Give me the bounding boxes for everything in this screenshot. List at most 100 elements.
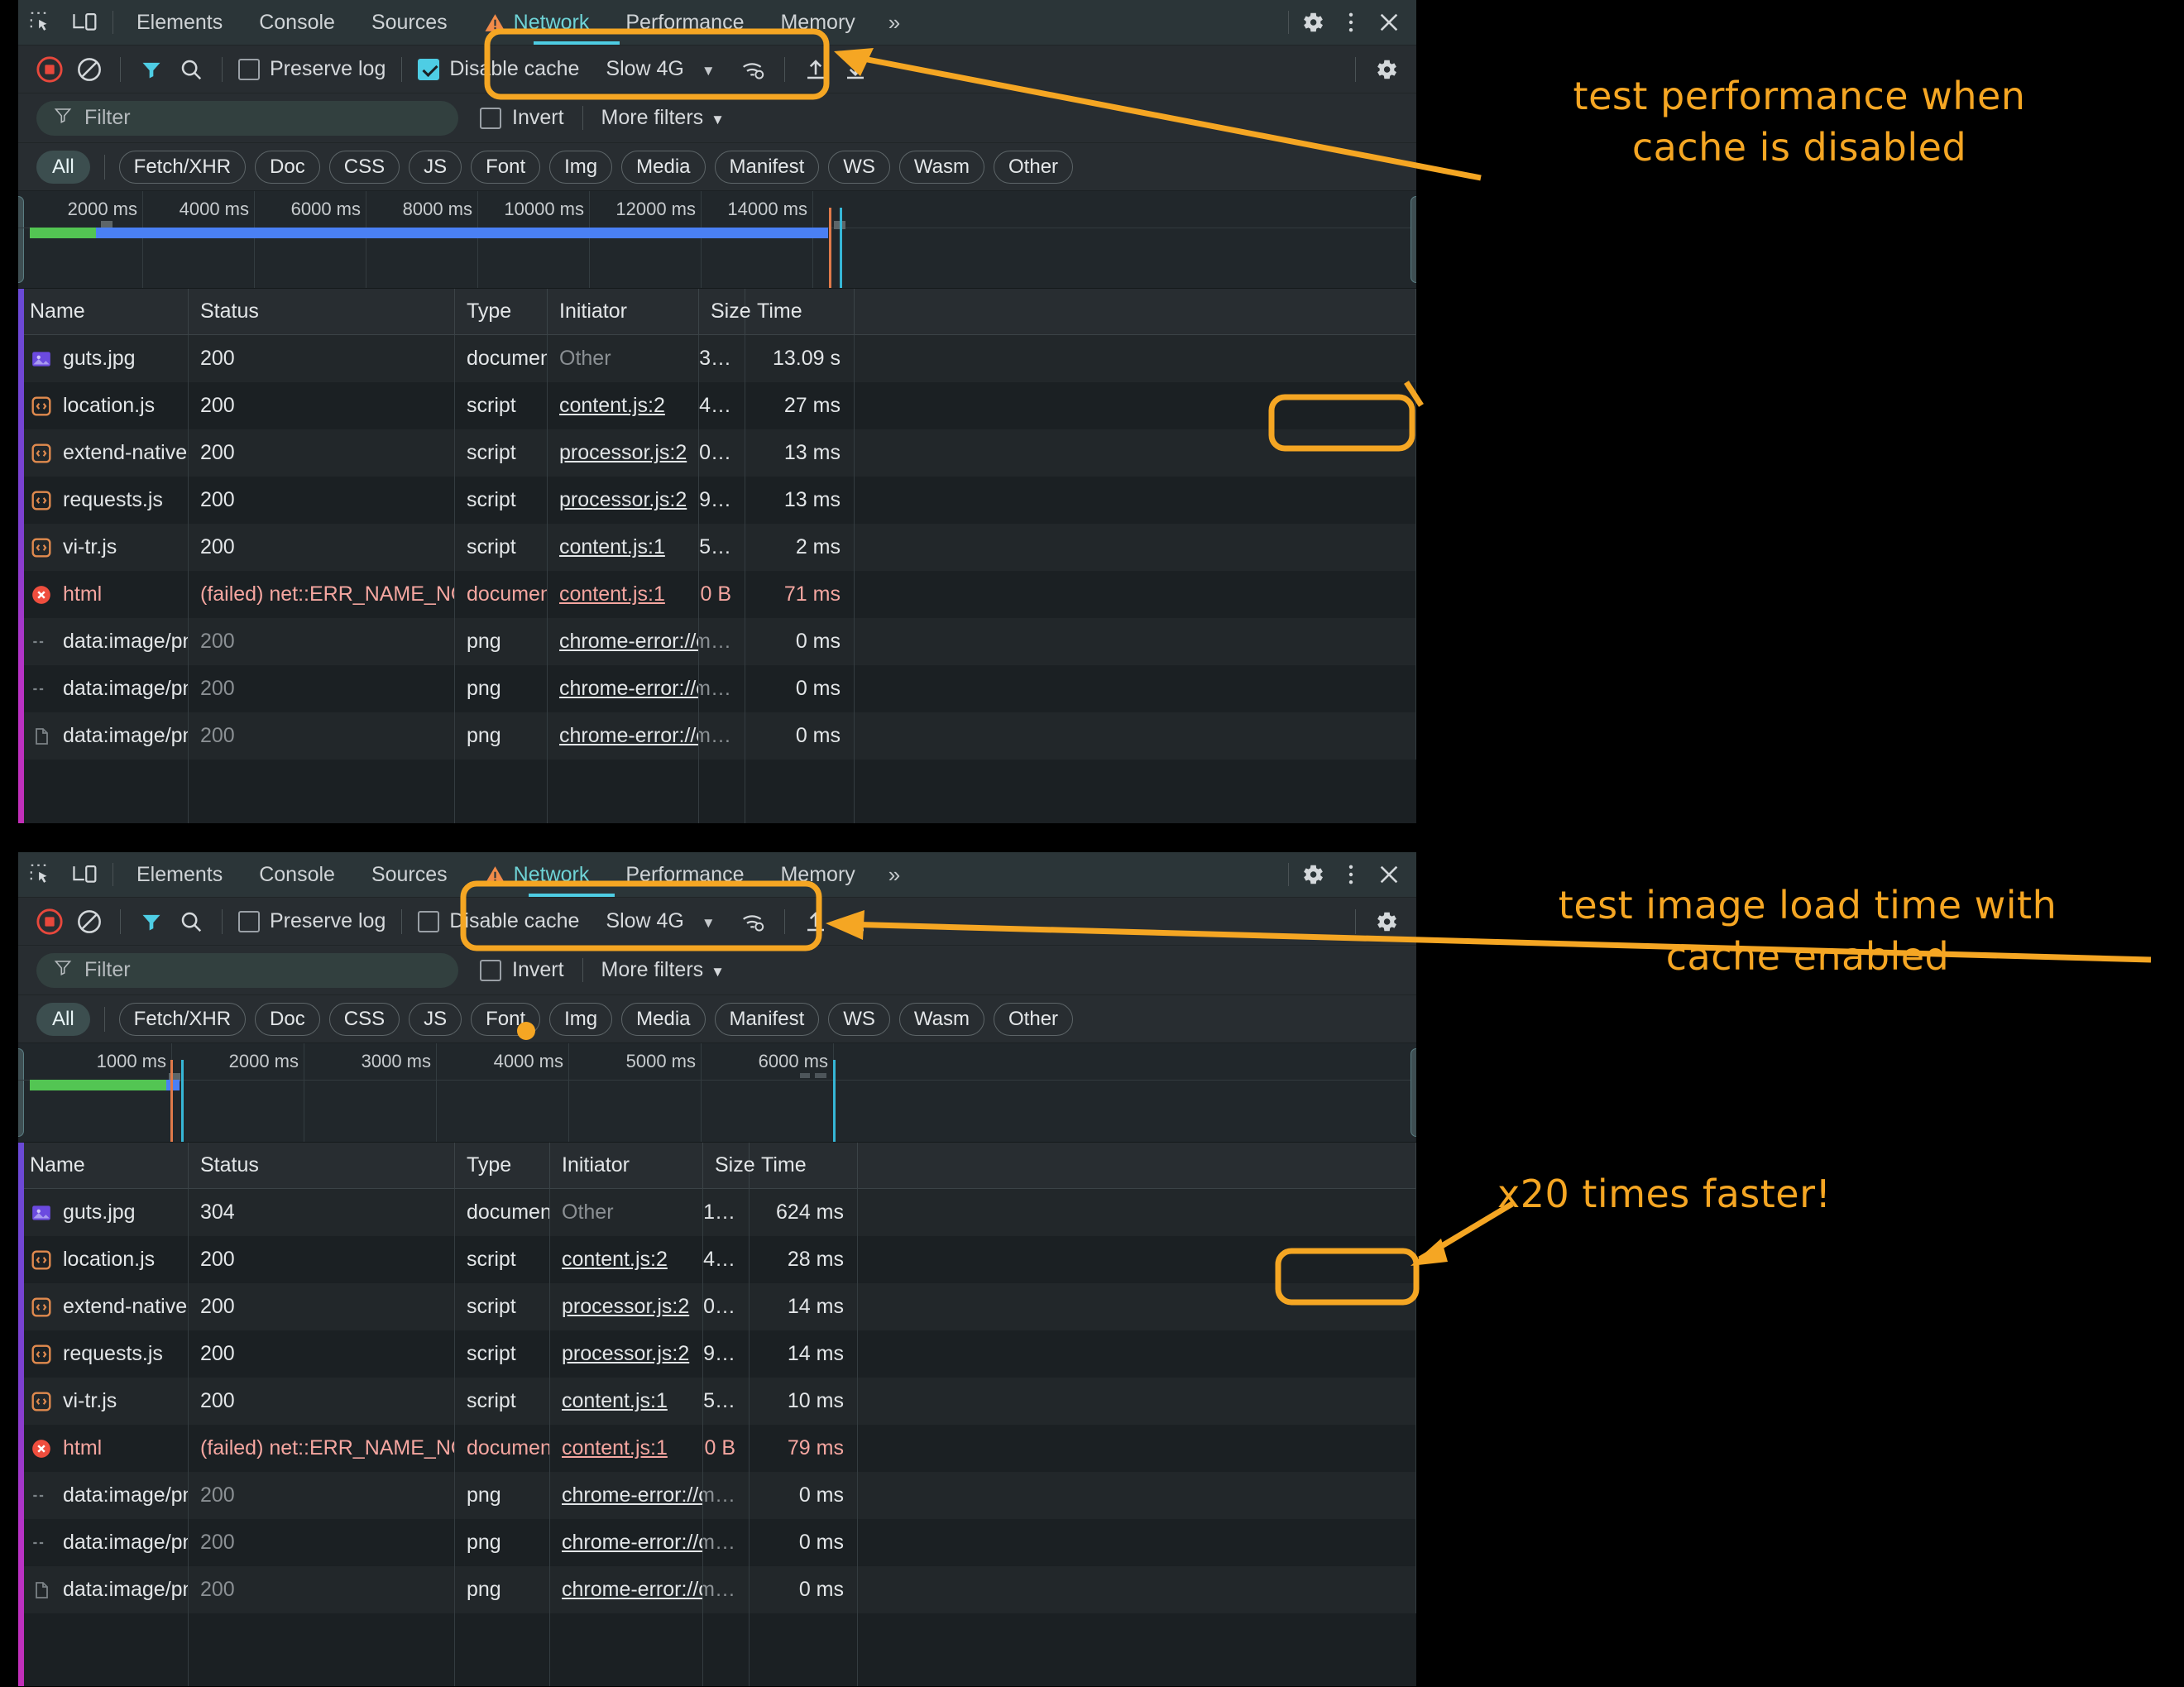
network-overview-timeline[interactable]: 2000 ms 4000 ms 6000 ms 8000 ms 10000 ms…: [18, 191, 1416, 289]
import-har-icon[interactable]: [796, 902, 836, 942]
request-initiator[interactable]: chrome-error://chrome: [559, 630, 698, 654]
request-initiator[interactable]: processor.js:2: [559, 488, 687, 512]
pill-css[interactable]: CSS: [328, 150, 400, 184]
tab-elements[interactable]: Elements: [118, 852, 241, 897]
tab-elements[interactable]: Elements: [118, 0, 241, 45]
request-initiator[interactable]: content.js:2: [562, 1248, 668, 1272]
pill-all[interactable]: All: [36, 150, 90, 184]
network-settings-gear-icon[interactable]: [1367, 902, 1406, 942]
inspect-element-icon[interactable]: [18, 852, 63, 898]
table-row[interactable]: requests.js 200 script processor.js:2 4.…: [18, 1330, 1416, 1378]
filter-input[interactable]: Filter: [36, 100, 458, 136]
network-conditions-icon[interactable]: [734, 902, 774, 942]
pill-other[interactable]: Other: [994, 1002, 1074, 1036]
more-options-icon[interactable]: [1332, 0, 1370, 46]
pill-js[interactable]: JS: [409, 1002, 462, 1036]
pill-media[interactable]: Media: [621, 1002, 706, 1036]
settings-gear-icon[interactable]: [1294, 852, 1332, 898]
request-initiator[interactable]: processor.js:2: [559, 441, 687, 465]
search-icon[interactable]: [171, 902, 211, 942]
request-initiator[interactable]: content.js:2: [559, 394, 665, 418]
record-stop-icon[interactable]: [30, 902, 69, 942]
table-row[interactable]: location.js 200 script content.js:2 7.4……: [18, 382, 1416, 429]
clear-icon[interactable]: [69, 902, 109, 942]
pill-ws[interactable]: WS: [828, 150, 890, 184]
pill-manifest[interactable]: Manifest: [714, 150, 820, 184]
tab-performance[interactable]: Performance: [607, 852, 762, 897]
close-icon[interactable]: [1370, 0, 1408, 46]
preserve-log-checkbox[interactable]: [238, 910, 260, 932]
request-initiator[interactable]: chrome-error://chrome: [562, 1578, 702, 1602]
invert-checkbox[interactable]: [480, 107, 501, 129]
column-header-status[interactable]: Status: [189, 289, 455, 334]
pill-font[interactable]: Font: [471, 150, 541, 184]
request-initiator[interactable]: content.js:1: [559, 535, 665, 559]
table-row[interactable]: data:image/png;… 200 png chrome-error://…: [18, 665, 1416, 712]
filter-input[interactable]: Filter: [36, 952, 458, 988]
network-conditions-icon[interactable]: [734, 50, 774, 89]
column-header-size[interactable]: Size: [703, 1143, 755, 1188]
pill-doc[interactable]: Doc: [255, 1002, 320, 1036]
more-filters-dropdown[interactable]: More filters ▼: [582, 958, 725, 982]
tab-sources[interactable]: Sources: [353, 0, 466, 45]
pill-all[interactable]: All: [36, 1002, 90, 1036]
table-left-scrollbar[interactable]: [18, 289, 24, 823]
table-row[interactable]: vi-tr.js 200 script content.js:1 2.5… 10…: [18, 1378, 1416, 1425]
table-row[interactable]: extend-native-hi… 200 script processor.j…: [18, 429, 1416, 477]
table-row[interactable]: requests.js 200 script processor.js:2 4.…: [18, 477, 1416, 524]
more-tabs-icon[interactable]: »: [874, 852, 915, 897]
pill-manifest[interactable]: Manifest: [714, 1002, 820, 1036]
clear-icon[interactable]: [69, 50, 109, 89]
column-header-waterfall[interactable]: [855, 289, 1416, 334]
column-header-status[interactable]: Status: [189, 1143, 455, 1188]
request-initiator[interactable]: chrome-error://chrome: [559, 724, 698, 748]
pill-wasm[interactable]: Wasm: [898, 1002, 985, 1036]
more-filters-dropdown[interactable]: More filters ▼: [582, 106, 725, 130]
pill-wasm[interactable]: Wasm: [898, 150, 985, 184]
column-header-time[interactable]: Time: [745, 289, 855, 334]
pill-ws[interactable]: WS: [828, 1002, 890, 1036]
table-row[interactable]: data:image/png;… 200 png chrome-error://…: [18, 618, 1416, 665]
throttling-select[interactable]: Slow 4G ▼: [606, 909, 715, 933]
pill-js[interactable]: JS: [409, 150, 462, 184]
invert-checkbox[interactable]: [480, 959, 501, 981]
table-row[interactable]: guts.jpg 200 document Other 2.3… 13.09 s: [18, 335, 1416, 382]
column-header-initiator[interactable]: Initiator: [550, 1143, 703, 1188]
table-row[interactable]: data:image/png;… 200 png chrome-error://…: [18, 1519, 1416, 1566]
network-requests-table[interactable]: Name Status Type Initiator Size Time gut…: [18, 1143, 1416, 1686]
filter-funnel-icon[interactable]: [132, 902, 171, 942]
pill-fetch-xhr[interactable]: Fetch/XHR: [118, 150, 247, 184]
column-header-time[interactable]: Time: [750, 1143, 858, 1188]
throttling-select[interactable]: Slow 4G ▼: [606, 57, 715, 81]
request-initiator[interactable]: chrome-error://chrome: [562, 1531, 702, 1555]
table-row[interactable]: html (failed) net::ERR_NAME_NOT_RESOL… d…: [18, 571, 1416, 618]
table-row[interactable]: extend-native-hi… 200 script processor.j…: [18, 1283, 1416, 1330]
tab-network[interactable]: Network: [466, 0, 608, 45]
tab-console[interactable]: Console: [241, 0, 353, 45]
request-initiator[interactable]: chrome-error://chrome: [562, 1483, 702, 1507]
table-left-scrollbar[interactable]: [18, 1143, 24, 1686]
disable-cache-checkbox[interactable]: [418, 910, 440, 932]
table-row[interactable]: vi-tr.js 200 script content.js:1 2.5… 2 …: [18, 524, 1416, 571]
pill-css[interactable]: CSS: [328, 1002, 400, 1036]
request-initiator[interactable]: processor.js:2: [562, 1342, 689, 1366]
table-row[interactable]: data:image/png;… 200 png chrome-error://…: [18, 1566, 1416, 1613]
more-options-icon[interactable]: [1332, 852, 1370, 898]
column-header-waterfall[interactable]: [858, 1143, 1416, 1188]
more-tabs-icon[interactable]: »: [874, 0, 915, 45]
tab-performance[interactable]: Performance: [607, 0, 762, 45]
column-header-type[interactable]: Type: [455, 1143, 550, 1188]
preserve-log-toggle[interactable]: Preserve log: [233, 57, 390, 81]
export-har-icon[interactable]: [836, 50, 875, 89]
table-row[interactable]: data:image/png;… 200 png chrome-error://…: [18, 1472, 1416, 1519]
tab-console[interactable]: Console: [241, 852, 353, 897]
network-settings-gear-icon[interactable]: [1367, 50, 1406, 89]
pill-img[interactable]: Img: [549, 1002, 613, 1036]
table-row[interactable]: guts.jpg 304 document Other 141… 624 ms: [18, 1189, 1416, 1236]
column-header-name[interactable]: Name: [18, 1143, 189, 1188]
disable-cache-toggle[interactable]: Disable cache: [413, 57, 584, 81]
filter-funnel-icon[interactable]: [132, 50, 171, 89]
pill-img[interactable]: Img: [549, 150, 613, 184]
invert-toggle[interactable]: Invert: [480, 106, 564, 130]
device-toolbar-icon[interactable]: [63, 852, 108, 898]
